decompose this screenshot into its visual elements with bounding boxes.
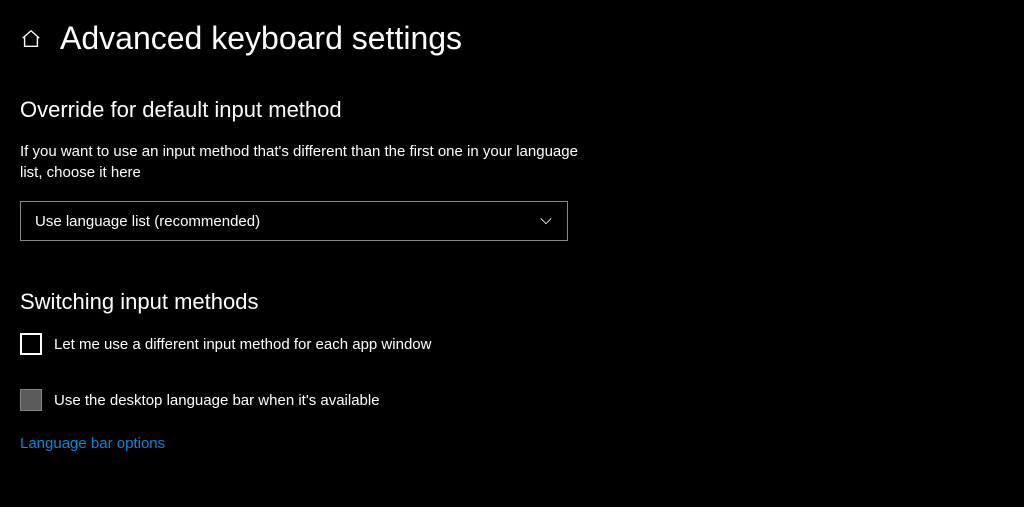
override-section-title: Override for default input method <box>20 97 1004 123</box>
checkbox-row-language-bar: Use the desktop language bar when it's a… <box>20 389 1004 411</box>
checkbox-language-bar-label: Use the desktop language bar when it's a… <box>54 392 380 409</box>
dropdown-selected-value: Use language list (recommended) <box>35 213 260 230</box>
checkbox-language-bar[interactable] <box>20 389 42 411</box>
switching-section-title: Switching input methods <box>20 289 1004 315</box>
input-method-dropdown[interactable]: Use language list (recommended) <box>20 201 568 241</box>
override-section: Override for default input method If you… <box>20 97 1004 241</box>
checkbox-per-app-input[interactable] <box>20 333 42 355</box>
checkbox-row-per-app: Let me use a different input method for … <box>20 333 1004 355</box>
home-icon[interactable] <box>20 28 42 50</box>
override-description: If you want to use an input method that'… <box>20 141 580 183</box>
checkbox-per-app-label: Let me use a different input method for … <box>54 336 431 353</box>
language-bar-options-link[interactable]: Language bar options <box>20 435 165 452</box>
page-title: Advanced keyboard settings <box>60 20 462 57</box>
switching-section: Switching input methods Let me use a dif… <box>20 289 1004 453</box>
page-header: Advanced keyboard settings <box>20 20 1004 57</box>
chevron-down-icon <box>539 214 553 228</box>
